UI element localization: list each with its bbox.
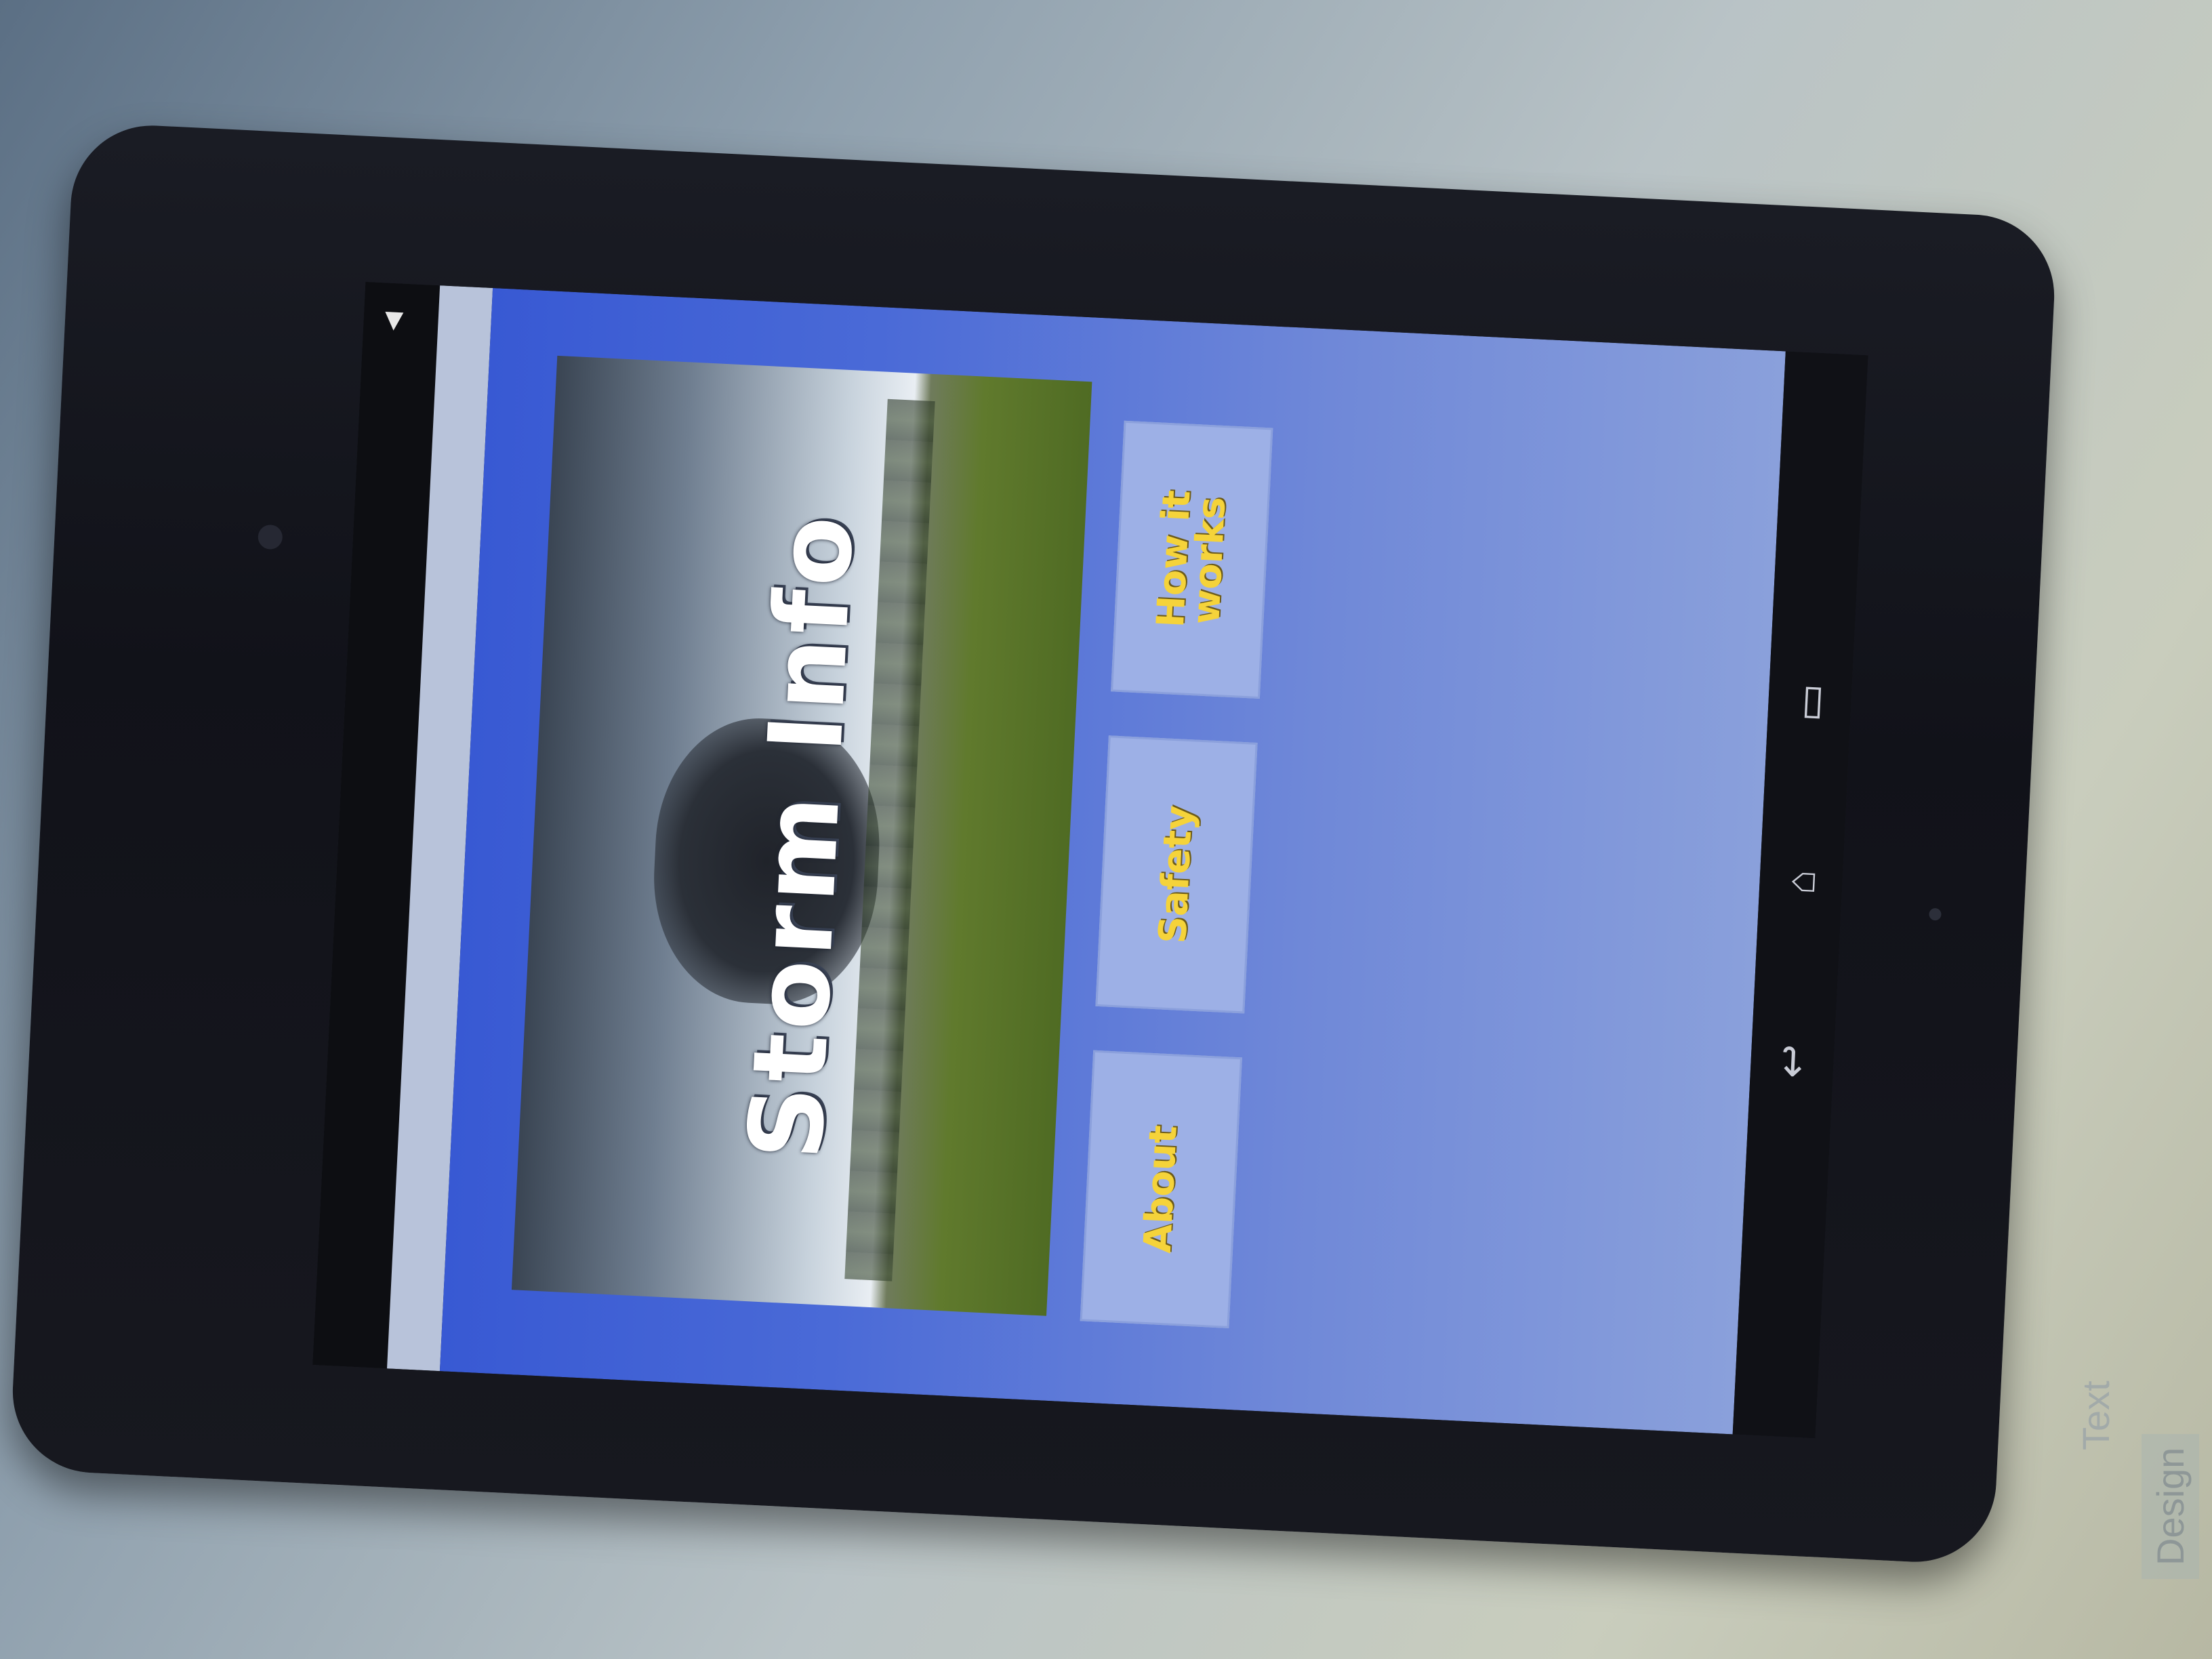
app-main: Storm Info About Safety How it works — [439, 288, 1786, 1435]
device-screen: ▼ Storm Info About Safety How it works ↩… — [312, 281, 1868, 1439]
tab-design[interactable]: Design — [2142, 1433, 2199, 1579]
editor-tab-bar: Design Text — [2067, 1380, 2212, 1659]
safety-button[interactable]: Safety — [1095, 735, 1258, 1014]
about-button[interactable]: About — [1080, 1050, 1242, 1328]
banner-title: Storm Info — [726, 509, 877, 1163]
recent-apps-icon[interactable]: ▭ — [1784, 677, 1835, 728]
how-it-works-button[interactable]: How it works — [1111, 420, 1273, 699]
about-button-label: About — [1135, 1124, 1186, 1254]
tab-text[interactable]: Text — [2074, 1380, 2118, 1450]
safety-button-label: Safety — [1151, 804, 1202, 945]
back-icon[interactable]: ↩ — [1767, 1036, 1818, 1086]
tablet-device: ▼ Storm Info About Safety How it works ↩… — [9, 121, 2058, 1566]
front-camera — [257, 524, 283, 550]
sensor-dot — [1929, 907, 1942, 921]
how-it-works-button-label: How it works — [1148, 489, 1235, 629]
signal-icon: ▼ — [377, 300, 411, 338]
home-icon[interactable]: ⌂ — [1776, 857, 1826, 907]
banner-image: Storm Info — [511, 355, 1092, 1316]
